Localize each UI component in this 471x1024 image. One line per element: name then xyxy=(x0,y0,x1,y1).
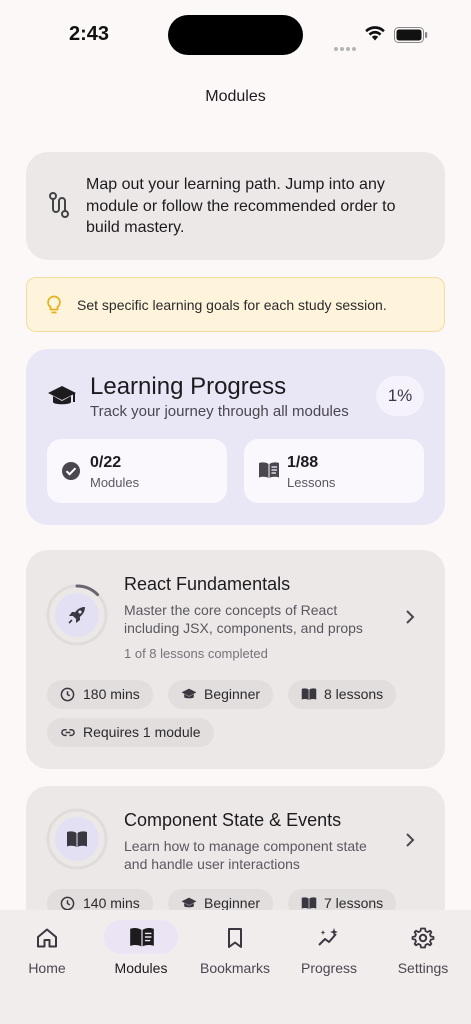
book-open-icon xyxy=(259,462,279,478)
learning-progress-card: Learning Progress Track your journey thr… xyxy=(26,349,445,525)
book-open-icon xyxy=(301,688,317,700)
lessons-stat: 1/88 Lessons xyxy=(244,439,424,503)
status-time: 2:43 xyxy=(69,23,110,45)
progress-percent-badge: 1% xyxy=(376,376,424,416)
lessons-stat-label: Lessons xyxy=(287,475,336,490)
chevron-right-icon xyxy=(406,610,415,624)
modules-stat-label: Modules xyxy=(90,475,140,490)
nav-item-bookmarks[interactable]: Bookmarks xyxy=(188,910,282,990)
lightbulb-icon xyxy=(47,295,61,314)
book-open-icon xyxy=(130,927,154,947)
nav-item-modules[interactable]: Modules xyxy=(94,910,188,990)
level-chip-label: Beginner xyxy=(204,895,261,911)
module-title: Component State & Events xyxy=(124,810,342,830)
duration-chip-label: 180 mins xyxy=(83,686,140,702)
module-description: Learn how to manage component state and … xyxy=(124,838,367,872)
level-chip-label: Beginner xyxy=(204,686,261,702)
requirement-chip-label: Requires 1 module xyxy=(83,724,201,740)
book-open-icon xyxy=(301,897,317,909)
progress-title: Learning Progress xyxy=(90,373,287,400)
module-progress-ring xyxy=(46,808,108,870)
requirement-chip: Requires 1 module xyxy=(47,718,214,747)
clock-icon xyxy=(60,687,75,702)
nav-label-settings: Settings xyxy=(397,960,449,976)
route-icon xyxy=(49,192,69,218)
module-card-react-fundamentals[interactable]: React Fundamentals Master the core conce… xyxy=(26,550,445,769)
nav-label-modules: Modules xyxy=(114,960,168,976)
nav-item-progress[interactable]: Progress xyxy=(282,910,376,990)
home-icon xyxy=(37,928,57,948)
level-chip: Beginner xyxy=(168,680,274,709)
duration-chip: 180 mins xyxy=(47,680,153,709)
chevron-right-icon xyxy=(406,833,415,847)
check-circle-icon xyxy=(62,462,80,480)
bookmark-icon xyxy=(228,928,242,948)
tip-card: Set specific learning goals for each stu… xyxy=(26,277,445,332)
tip-text: Set specific learning goals for each stu… xyxy=(77,297,387,313)
nav-item-settings[interactable]: Settings xyxy=(376,910,470,990)
nav-label-progress: Progress xyxy=(300,960,358,976)
nav-item-home[interactable]: Home xyxy=(0,910,94,990)
graduation-cap-icon xyxy=(48,386,76,405)
module-progress-ring xyxy=(46,584,108,646)
intro-card: Map out your learning path. Jump into an… xyxy=(26,152,445,260)
bottom-navigation: Home Modules Bookmarks Progress Settings xyxy=(0,910,471,1024)
status-bar: 2:43 xyxy=(0,0,471,70)
duration-chip-label: 140 mins xyxy=(83,895,140,911)
gear-icon xyxy=(411,927,435,949)
lessons-stat-value: 1/88 xyxy=(287,454,319,471)
lessons-chip-label: 7 lessons xyxy=(324,895,384,911)
lessons-chip: 8 lessons xyxy=(288,680,397,709)
modules-stat-value: 0/22 xyxy=(90,454,122,471)
link-icon xyxy=(61,728,75,737)
graduation-cap-icon xyxy=(181,897,197,908)
module-lessons-completed: 1 of 8 lessons completed xyxy=(124,646,268,661)
dynamic-island xyxy=(168,15,303,55)
module-description: Master the core concepts of React includ… xyxy=(124,602,363,636)
battery-icon xyxy=(394,27,428,43)
clock-icon xyxy=(60,896,75,911)
lessons-chip-label: 8 lessons xyxy=(324,686,384,702)
module-title: React Fundamentals xyxy=(124,574,291,594)
graduation-cap-icon xyxy=(181,688,197,699)
modules-stat: 0/22 Modules xyxy=(47,439,227,503)
signal-icon xyxy=(334,38,358,51)
progress-subtitle: Track your journey through all modules xyxy=(90,403,349,420)
nav-label-bookmarks: Bookmarks xyxy=(199,960,271,976)
nav-label-home: Home xyxy=(28,960,66,976)
wifi-icon xyxy=(365,26,385,41)
intro-text: Map out your learning path. Jump into an… xyxy=(86,176,396,236)
sparkle-chart-icon xyxy=(318,928,338,946)
page-title: Modules xyxy=(205,88,266,105)
